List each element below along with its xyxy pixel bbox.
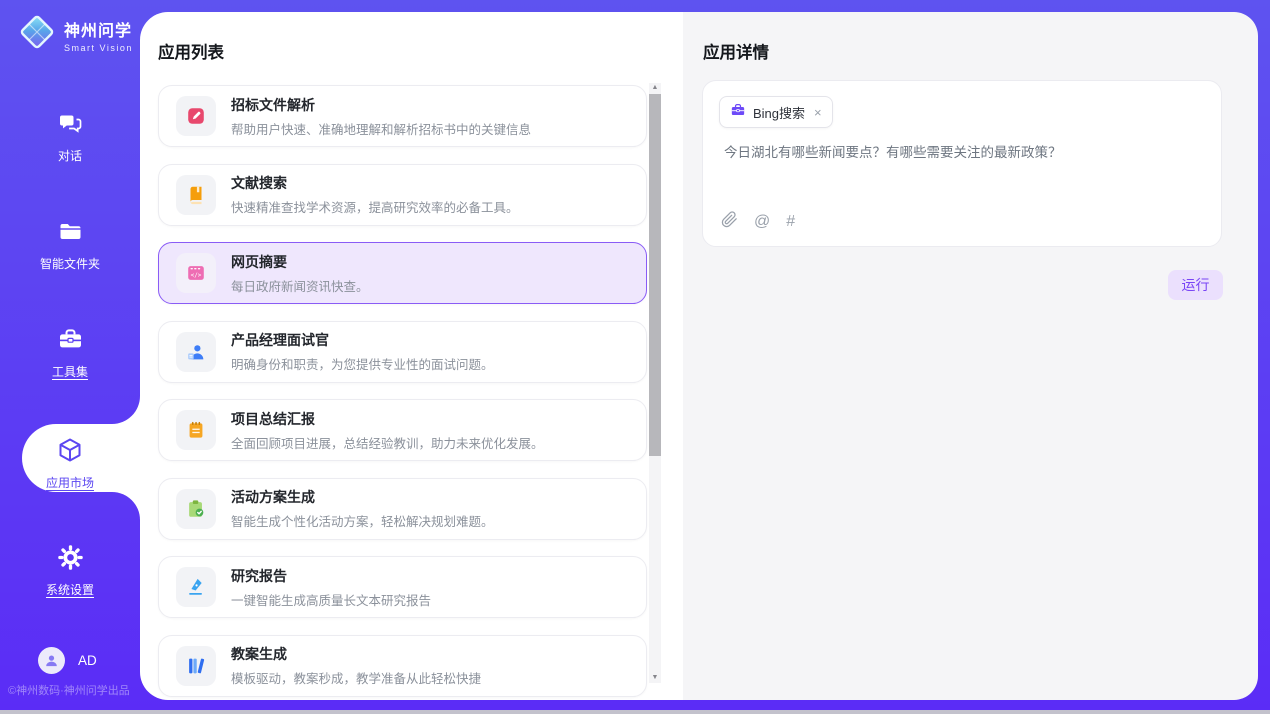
app-card-title: 招标文件解析 [231, 95, 531, 115]
briefcase-icon [730, 102, 746, 123]
app-card-description: 模板驱动，教案秒成，教学准备从此轻松快捷 [231, 668, 481, 687]
at-icon[interactable]: @ [754, 213, 770, 231]
active-tab-curve-bottom [112, 492, 140, 520]
close-icon[interactable]: × [814, 105, 822, 120]
chat-icon [57, 110, 84, 138]
app-list-title: 应用列表 [158, 39, 683, 63]
app-card-6[interactable]: 活动方案生成智能生成个性化活动方案，轻松解决规划难题。 [158, 478, 647, 540]
logo-title: 神州问学 [64, 17, 133, 41]
sidebar-item-label: 智能文件夹 [0, 255, 140, 272]
prompt-toolbar: @ # [721, 211, 795, 233]
app-card-4[interactable]: 产品经理面试官明确身份和职责，为您提供专业性的面试问题。 [158, 321, 647, 383]
app-card-1[interactable]: 招标文件解析帮助用户快速、准确地理解和解析招标书中的关键信息 [158, 85, 647, 147]
sidebar-item-label: 工具集 [0, 363, 140, 380]
run-button[interactable]: 运行 [1168, 270, 1223, 300]
sidebar-item-label: 系统设置 [0, 581, 140, 598]
scroll-up-icon[interactable]: ▲ [649, 83, 661, 93]
app-card-title: 产品经理面试官 [231, 330, 494, 350]
sidebar-item-2[interactable]: 智能文件夹 [0, 218, 140, 272]
interviewer-icon [176, 332, 216, 372]
browser-icon: </> [176, 253, 216, 293]
books-icon [176, 646, 216, 686]
paperclip-icon[interactable] [721, 211, 738, 233]
scrollbar-thumb[interactable] [649, 94, 661, 456]
folder-icon [57, 218, 84, 246]
logo-diamond-icon [18, 13, 56, 56]
app-card-title: 网页摘要 [231, 252, 369, 272]
app-card-2[interactable]: 文献搜索快速精准查找学术资源，提高研究效率的必备工具。 [158, 164, 647, 226]
hash-icon[interactable]: # [786, 213, 795, 231]
clipboard-check-icon [176, 489, 216, 529]
toolbox-icon [57, 326, 84, 354]
app-card-description: 明确身份和职责，为您提供专业性的面试问题。 [231, 354, 494, 373]
app-detail-title: 应用详情 [703, 39, 1258, 63]
bottom-edge [0, 710, 1270, 714]
app-card-description: 每日政府新闻资讯快查。 [231, 276, 369, 295]
logo: 神州问学 Smart Vision [18, 13, 133, 56]
app-list-panel: 应用列表 招标文件解析帮助用户快速、准确地理解和解析招标书中的关键信息文献搜索快… [140, 12, 683, 700]
sidebar-item-4[interactable]: 应用市场 [0, 436, 140, 491]
app-card-title: 活动方案生成 [231, 487, 494, 507]
app-card-description: 全面回顾项目进展，总结经验教训，助力未来优化发展。 [231, 433, 544, 452]
active-tab-curve-top [112, 396, 140, 424]
sidebar-item-label: 对话 [0, 147, 140, 164]
app-card-title: 教案生成 [231, 644, 481, 664]
app-card-description: 智能生成个性化活动方案，轻松解决规划难题。 [231, 511, 494, 530]
app-card-title: 研究报告 [231, 566, 431, 586]
scroll-down-icon[interactable]: ▼ [649, 673, 661, 683]
app-card-description: 帮助用户快速、准确地理解和解析招标书中的关键信息 [231, 119, 531, 138]
pen-square-icon [176, 96, 216, 136]
copyright-footer: ©神州数码·神州问学出品 [8, 682, 130, 698]
book-icon [176, 175, 216, 215]
notepad-icon [176, 410, 216, 450]
app-card-7[interactable]: 研究报告一键智能生成高质量长文本研究报告 [158, 556, 647, 618]
app-card-list: 招标文件解析帮助用户快速、准确地理解和解析招标书中的关键信息文献搜索快速精准查找… [158, 85, 647, 700]
app-card-description: 一键智能生成高质量长文本研究报告 [231, 590, 431, 609]
app-frame: 神州问学 Smart Vision 对话智能文件夹工具集应用市场系统设置 AD … [0, 0, 1270, 714]
app-card-3[interactable]: </> 网页摘要每日政府新闻资讯快查。 [158, 242, 647, 304]
app-card-8[interactable]: 教案生成模板驱动，教案秒成，教学准备从此轻松快捷 [158, 635, 647, 697]
app-card-title: 项目总结汇报 [231, 409, 544, 429]
cube-icon [56, 436, 84, 464]
app-detail-panel: 应用详情 Bing搜索 × 今日湖北有哪些新闻要点？有哪些需要关注的最新政策？ [683, 12, 1258, 700]
prompt-input[interactable]: 今日湖北有哪些新闻要点？有哪些需要关注的最新政策？ [724, 143, 1201, 163]
scrollbar[interactable]: ▲ ▼ [649, 83, 661, 683]
prompt-card: Bing搜索 × 今日湖北有哪些新闻要点？有哪些需要关注的最新政策？ @ # [702, 80, 1222, 247]
app-card-title: 文献搜索 [231, 173, 519, 193]
app-card-5[interactable]: 项目总结汇报全面回顾项目进展，总结经验教训，助力未来优化发展。 [158, 399, 647, 461]
avatar [38, 647, 65, 674]
tool-tag-bing-search[interactable]: Bing搜索 × [719, 96, 833, 128]
ink-pen-icon [176, 567, 216, 607]
sidebar-item-label: 应用市场 [0, 474, 140, 491]
sidebar-item-5[interactable]: 系统设置 [0, 544, 140, 598]
tool-tag-label: Bing搜索 [753, 103, 805, 122]
logo-subtitle: Smart Vision [64, 43, 133, 53]
sidebar-item-3[interactable]: 工具集 [0, 326, 140, 380]
app-card-description: 快速精准查找学术资源，提高研究效率的必备工具。 [231, 197, 519, 216]
sidebar-item-1[interactable]: 对话 [0, 110, 140, 164]
gear-icon [57, 544, 84, 572]
user-row[interactable]: AD [38, 647, 97, 674]
user-initials: AD [78, 653, 97, 668]
svg-text:</>: </> [191, 272, 202, 279]
